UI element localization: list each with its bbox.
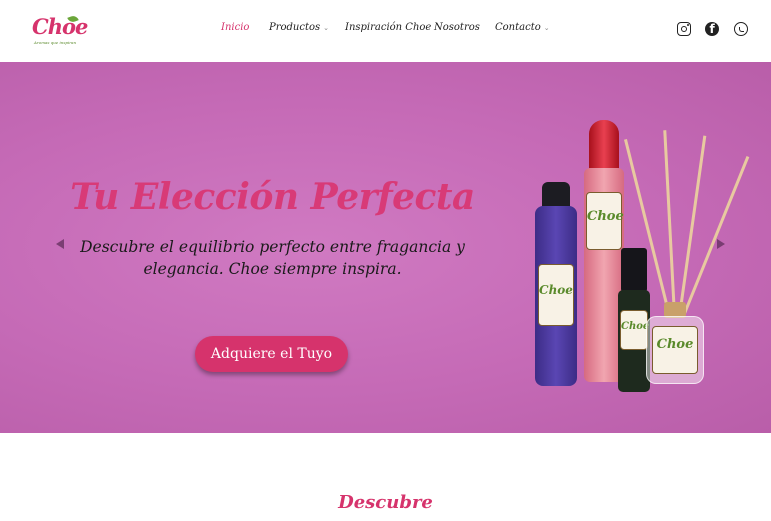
logo-tagline: Aromas que inspiran (34, 40, 77, 45)
buy-button[interactable]: Adquiere el Tuyo (195, 336, 348, 372)
section-heading: Descubre (338, 492, 433, 513)
nav-item-contacto[interactable]: Contacto ⌄ (495, 22, 550, 33)
nav-item-nosotros[interactable]: Nosotros (434, 22, 480, 33)
chevron-down-icon: ⌄ (543, 24, 550, 32)
blue-bottle: Choe (535, 182, 577, 386)
nav-item-productos[interactable]: Productos ⌄ (269, 22, 329, 33)
hero-slider: Tu Elección Perfecta Descubre el equilib… (0, 62, 771, 433)
logo-text: Choe (32, 14, 88, 39)
brand-logo[interactable]: Choe Aromas que inspiran (32, 14, 88, 50)
nav-item-inicio[interactable]: Inicio (221, 22, 249, 33)
site-header: Choe Aromas que inspiran Inicio Producto… (0, 0, 771, 62)
chevron-down-icon: ⌄ (323, 24, 330, 32)
slider-prev-arrow-icon[interactable] (56, 239, 64, 249)
product-image: Choe Choe Choe Choe (520, 62, 760, 433)
nav-item-inspiracion[interactable]: Inspiración Choe (345, 22, 431, 33)
hero-subtitle: Descubre el equilibrio perfecto entre fr… (80, 238, 465, 278)
hero-title: Tu Elección Perfecta (70, 176, 475, 218)
instagram-icon[interactable] (677, 22, 691, 36)
facebook-icon[interactable]: f (705, 22, 719, 36)
reed-diffuser: Choe (624, 130, 750, 384)
whatsapp-icon[interactable] (734, 22, 748, 36)
